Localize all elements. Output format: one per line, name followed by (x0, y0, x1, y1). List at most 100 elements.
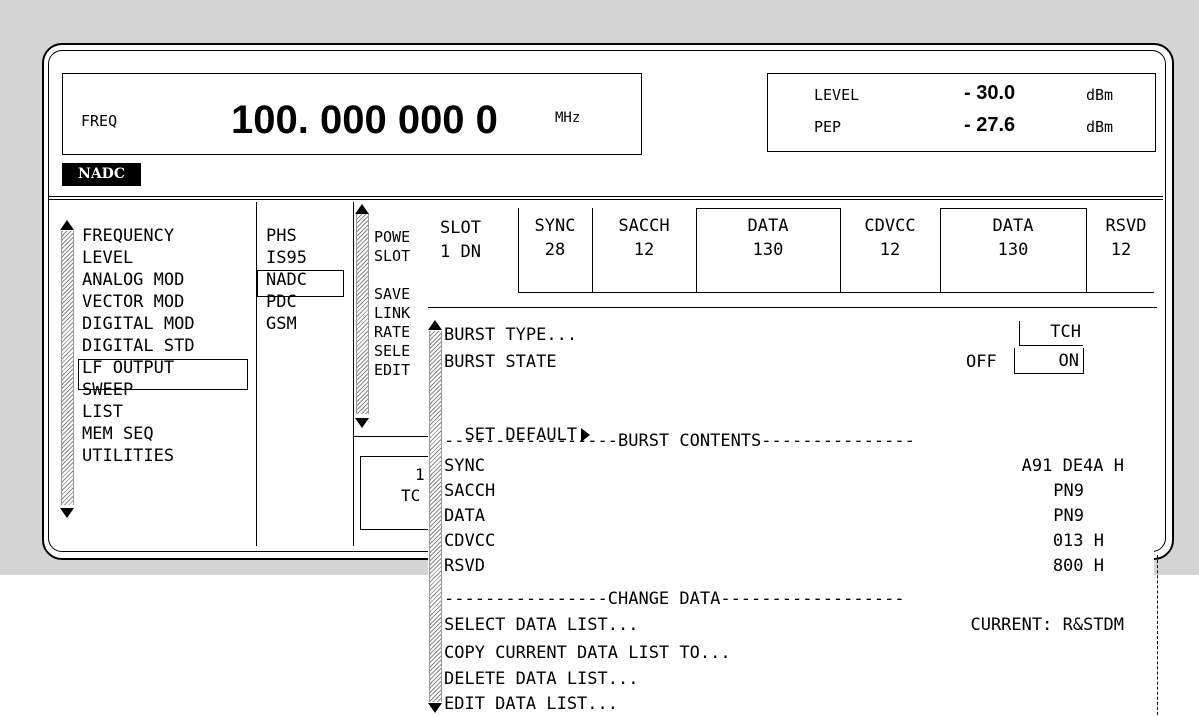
editor-top-border (428, 307, 1157, 308)
editor-right-dashed-border (1157, 555, 1158, 715)
menu1-scrollbar[interactable] (61, 231, 74, 505)
burst-state-on-text: ON (1058, 351, 1079, 371)
menu3-separator (354, 436, 430, 437)
menu1-item-mem-seq[interactable]: MEM SEQ (82, 423, 252, 445)
slot-field-cdvcc-bits: 12 (879, 240, 901, 260)
menu3-scroll-up-icon[interactable] (355, 204, 369, 214)
menu3-list: POWE SLOT SAVE LINK RATE SELE EDIT (374, 228, 429, 380)
menu3-scroll-down-icon[interactable] (355, 418, 369, 428)
menu1-item-frequency[interactable]: FREQUENCY (82, 225, 252, 247)
content-value-sacch: PN9 (1053, 481, 1084, 501)
burst-state-label[interactable]: BURST STATE (444, 352, 557, 372)
burst-type-label[interactable]: BURST TYPE... (444, 325, 577, 345)
editor-scrollbar[interactable] (429, 331, 442, 702)
menu3-item-select[interactable]: SELE (374, 342, 429, 361)
burst-state-on[interactable]: ON (1014, 348, 1084, 374)
slot-field-rsvd-name[interactable]: RSVD (1086, 216, 1166, 237)
level-label: LEVEL (814, 86, 860, 104)
menu1-item-level[interactable]: LEVEL (82, 247, 252, 269)
content-value-data: PN9 (1053, 506, 1084, 526)
slot-field-data1-name[interactable]: DATA (696, 216, 840, 237)
menu2-item-is95[interactable]: IS95 (266, 247, 346, 269)
slot-table-top-5 (940, 208, 1086, 209)
menu2-selection-frame (257, 270, 344, 297)
freq-unit: MHz (555, 110, 581, 126)
content-name-rsvd: RSVD (444, 556, 485, 576)
menu1-item-digital-std[interactable]: DIGITAL STD (82, 335, 252, 357)
menu1-selection-frame (78, 359, 248, 390)
edit-data-list-item[interactable]: EDIT DATA LIST... (444, 694, 618, 714)
menu1-divider (256, 202, 257, 546)
status-badge: NADC (62, 163, 141, 186)
select-data-list-item[interactable]: SELECT DATA LIST... (444, 615, 638, 635)
menu1-item-digital-mod[interactable]: DIGITAL MOD (82, 313, 252, 335)
content-row-sacch[interactable]: SACCH PN9 (444, 481, 1124, 506)
slot-field-rsvd-bits: 12 (1110, 240, 1132, 260)
content-row-sync[interactable]: SYNC A91 DE4A H (444, 456, 1124, 481)
editor-scroll-up-icon[interactable] (428, 320, 442, 330)
menu1-item-list[interactable]: LIST (82, 401, 252, 423)
menu3-scrollbar[interactable] (356, 214, 369, 414)
menu1-list: FREQUENCY LEVEL ANALOG MOD VECTOR MOD DI… (82, 225, 252, 467)
menu1-item-analog-mod[interactable]: ANALOG MOD (82, 269, 252, 291)
menu3-item-rate[interactable]: RATE (374, 323, 429, 342)
slot-table-top-3 (696, 208, 840, 209)
slot-field-sacch-bits: 12 (633, 240, 655, 260)
slot-table-bottom (518, 292, 1154, 293)
menu3-info-line1: 1 (415, 465, 425, 484)
delete-data-list-item[interactable]: DELETE DATA LIST... (444, 669, 638, 689)
slot-label: SLOT (440, 218, 481, 238)
menu2-item-phs[interactable]: PHS (266, 225, 346, 247)
slot-field-sync-name[interactable]: SYNC (518, 216, 592, 237)
level-value: - 30.0 (964, 82, 1016, 104)
frequency-display[interactable]: FREQ 100. 000 000 0 MHz (62, 73, 642, 155)
content-row-rsvd[interactable]: RSVD 800 H (444, 556, 1124, 581)
slot-field-cdvcc-name[interactable]: CDVCC (840, 216, 940, 237)
burst-contents-header: -----------------BURST CONTENTS---------… (444, 431, 915, 451)
burst-type-value[interactable]: TCH (1019, 321, 1083, 346)
change-data-header: ----------------CHANGE DATA-------------… (444, 589, 905, 609)
pep-label: PEP (814, 118, 842, 136)
menu2-item-gsm[interactable]: GSM (266, 313, 346, 335)
menu2-divider (353, 202, 354, 546)
pep-value: - 27.6 (964, 114, 1016, 136)
slot-field-sync-bits: 28 (544, 240, 566, 260)
content-value-sync: A91 DE4A H (1021, 456, 1124, 476)
menu3-spacer (374, 266, 429, 285)
copy-data-list-item[interactable]: COPY CURRENT DATA LIST TO... (444, 643, 731, 663)
menu1-item-utilities[interactable]: UTILITIES (82, 445, 252, 467)
menu3-item-link[interactable]: LINK (374, 304, 429, 323)
slot-field-data2-bits: 130 (997, 240, 1029, 260)
content-value-rsvd: 800 H (1052, 556, 1104, 576)
header-divider (49, 196, 1163, 197)
menu1-scroll-down-icon[interactable] (60, 508, 74, 518)
slot-id: 1 DN (440, 242, 481, 262)
header-divider-2 (49, 199, 1163, 200)
editor-scroll-down-icon[interactable] (428, 703, 442, 713)
pep-unit: dBm (1086, 118, 1114, 136)
menu3-item-save[interactable]: SAVE (374, 285, 429, 304)
current-data-list: CURRENT: R&STDM (970, 615, 1124, 635)
menu3-item-edit[interactable]: EDIT (374, 361, 429, 380)
burst-contents-list: SYNC A91 DE4A H SACCH PN9 DATA PN9 CDVCC… (444, 456, 1124, 581)
slot-field-data2-name[interactable]: DATA (940, 216, 1086, 237)
content-name-data: DATA (444, 506, 485, 526)
level-unit: dBm (1086, 86, 1114, 104)
freq-value: 100. 000 000 0 (231, 98, 498, 142)
burst-type-value-text: TCH (1050, 322, 1081, 342)
menu3-item-power[interactable]: POWE (374, 228, 429, 247)
slot-field-data1-bits: 130 (752, 240, 784, 260)
freq-label: FREQ (81, 112, 118, 130)
content-value-cdvcc: 013 H (1052, 531, 1104, 551)
content-name-sacch: SACCH (444, 481, 496, 501)
menu1-scroll-up-icon[interactable] (60, 220, 74, 230)
level-display[interactable]: LEVEL - 30.0 dBm PEP - 27.6 dBm (767, 73, 1156, 152)
content-name-sync: SYNC (444, 456, 485, 476)
menu3-item-slot[interactable]: SLOT (374, 247, 429, 266)
content-row-cdvcc[interactable]: CDVCC 013 H (444, 531, 1124, 556)
slot-field-sacch-name[interactable]: SACCH (592, 216, 696, 237)
burst-state-off[interactable]: OFF (966, 352, 997, 372)
menu1-item-vector-mod[interactable]: VECTOR MOD (82, 291, 252, 313)
menu3-info-line2: TC (401, 486, 421, 505)
content-row-data[interactable]: DATA PN9 (444, 506, 1124, 531)
